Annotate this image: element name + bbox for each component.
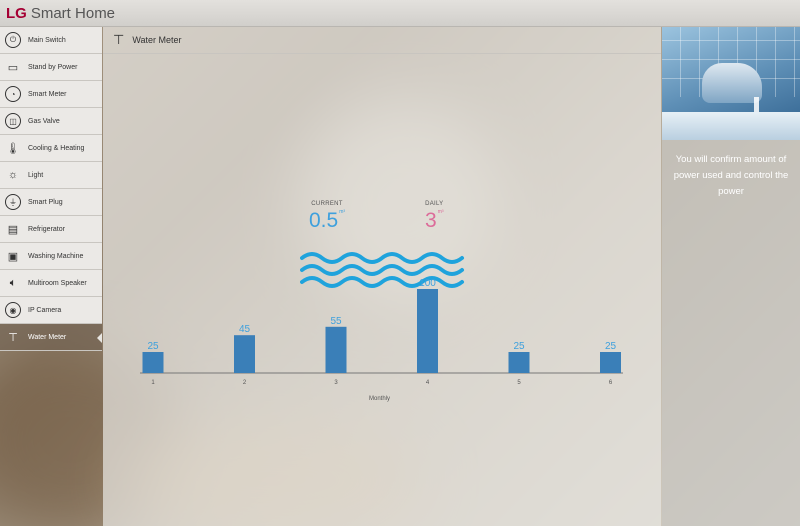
chart-tick-label: 3 <box>334 380 338 386</box>
chart-data-label: 25 <box>513 341 525 352</box>
chart-bar <box>508 352 530 373</box>
sidebar-item-ip-camera[interactable]: ◉ IP Camera <box>0 297 102 324</box>
top-bar: LG Smart Home <box>0 0 800 27</box>
sidebar-item-label: Main Switch <box>28 36 66 44</box>
sidebar-item-label: Cooling & Heating <box>28 144 85 152</box>
chart-data-label: 25 <box>147 341 159 352</box>
info-text: You will confirm amount of power used an… <box>673 154 789 197</box>
sidebar-item-label: Light <box>28 171 44 179</box>
sidebar-item-refrigerator[interactable]: ▤ Refrigerator <box>0 216 102 243</box>
light-bulb-icon: ☼ <box>7 169 19 181</box>
sidebar-item-label: Gas Valve <box>28 117 60 125</box>
chart-tick-label: 4 <box>426 380 430 386</box>
sidebar-item-smart-meter[interactable]: ◔ Smart Meter <box>0 81 102 108</box>
sidebar-item-main-switch[interactable]: ⏻ Main Switch <box>0 27 102 54</box>
sidebar-item-multiroom-speaker[interactable]: 🔈︎ Multiroom Speaker <box>0 270 102 297</box>
camera-icon: ◉ <box>5 302 21 318</box>
sidebar-item-washing-machine[interactable]: ▣ Washing Machine <box>0 243 102 270</box>
chart-bar <box>142 352 164 373</box>
chart-bar <box>325 326 347 373</box>
chart-data-label: 25 <box>605 341 617 352</box>
chart-tick-label: 6 <box>609 380 613 386</box>
main-panel: ⊤ Water Meter CURRENT 0.5m³ DAILY 3m³ 25… <box>103 27 661 526</box>
sidebar-item-label: Washing Machine <box>28 252 84 260</box>
chart-data-label: 45 <box>239 324 251 335</box>
sidebar-item-label: IP Camera <box>28 306 62 314</box>
faucet-icon: ⊤ <box>8 331 18 344</box>
chart-tick-label: 1 <box>151 380 155 386</box>
washing-machine-icon: ▣ <box>7 250 19 263</box>
thermometer-icon: 🌡︎ <box>6 142 20 155</box>
sidebar-item-stand-by-power[interactable]: ▭ Stand by Power <box>0 54 102 81</box>
valve-icon: ◫ <box>5 113 21 129</box>
chart-data-label: 55 <box>330 316 342 327</box>
plug-icon: ⏚ <box>5 194 21 210</box>
power-icon: ⏻ <box>5 32 21 48</box>
chart-bar <box>600 352 621 373</box>
faucet-photo <box>662 27 800 140</box>
sidebar-item-label: Refrigerator <box>28 225 65 233</box>
chart-tick-label: 5 <box>517 380 521 386</box>
speaker-icon: 🔈︎ <box>9 276 17 289</box>
sidebar-item-cooling-heating[interactable]: 🌡︎ Cooling & Heating <box>0 135 102 162</box>
refrigerator-icon: ▤ <box>7 223 19 236</box>
sidebar: ⏻ Main Switch ▭ Stand by Power ◔ Smart M… <box>0 27 102 351</box>
sidebar-item-label: Stand by Power <box>28 63 78 71</box>
chart-data-label: 100 <box>419 278 436 289</box>
sidebar-item-smart-plug[interactable]: ⏚ Smart Plug <box>0 189 102 216</box>
app-title: Smart Home <box>30 4 116 22</box>
monthly-bar-chart: 2514525531004255256 <box>140 278 623 386</box>
chart-bar <box>417 289 438 373</box>
chart-tick-label: 2 <box>243 380 247 386</box>
sidebar-item-label: Multiroom Speaker <box>28 279 87 287</box>
sidebar-item-light[interactable]: ☼ Light <box>0 162 102 189</box>
brand-logo: LG <box>6 4 27 22</box>
info-panel: You will confirm amount of power used an… <box>662 27 800 526</box>
sidebar-item-water-meter[interactable]: ⊤ Water Meter <box>0 324 102 351</box>
battery-icon: ▭ <box>7 61 19 74</box>
sidebar-item-label: Smart Plug <box>28 198 63 206</box>
chart-x-axis-label: Monthly <box>369 396 391 402</box>
sidebar-item-gas-valve[interactable]: ◫ Gas Valve <box>0 108 102 135</box>
chart-bar <box>234 335 255 373</box>
sidebar-item-label: Water Meter <box>28 333 67 341</box>
sidebar-item-label: Smart Meter <box>28 90 67 98</box>
gauge-icon: ◔ <box>5 86 21 102</box>
